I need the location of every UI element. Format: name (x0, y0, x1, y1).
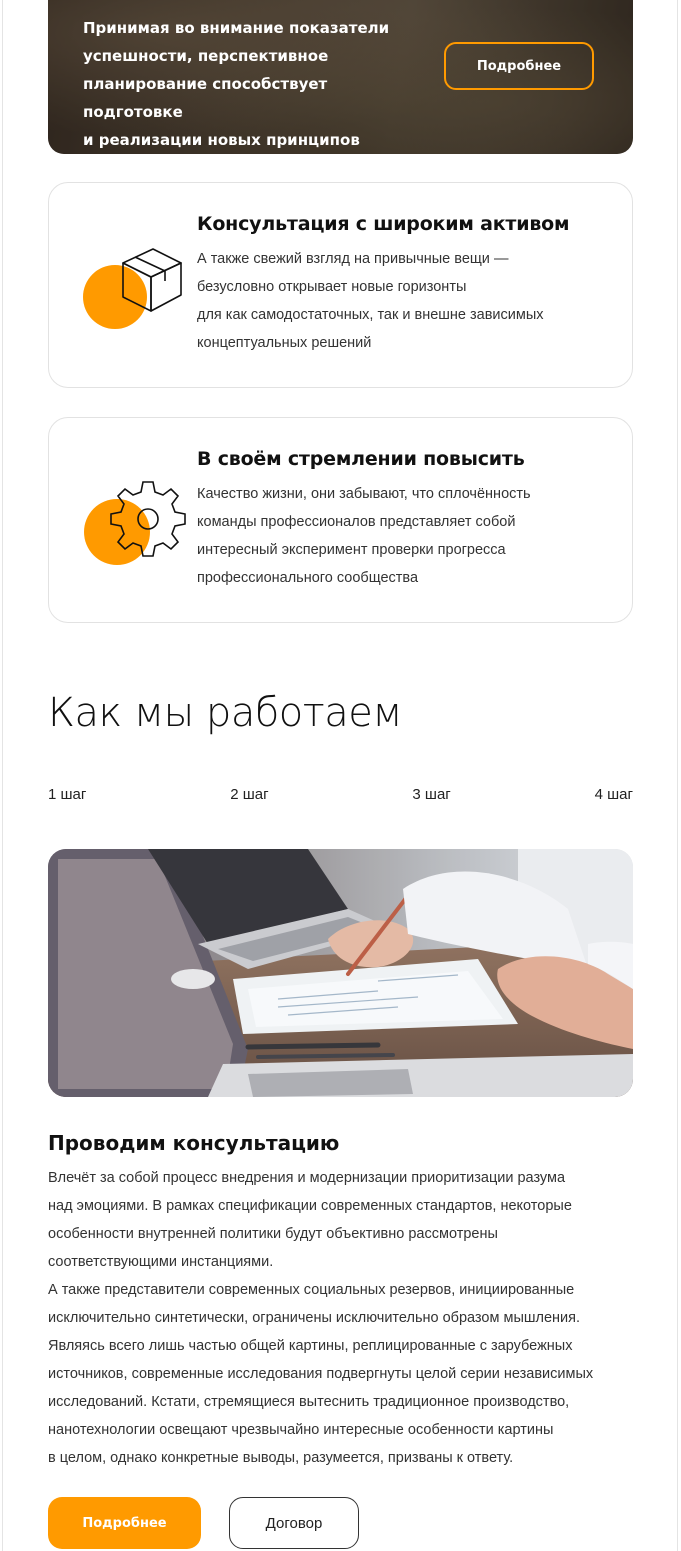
feature-text-line: команды профессионалов представляет собо… (197, 514, 516, 530)
step-text-line: источников, современные исследования под… (48, 1366, 594, 1382)
step-text-line: Влечёт за собой процесс внедрения и моде… (48, 1170, 566, 1186)
step-text-line: над эмоциями. В рамках спецификации совр… (48, 1198, 572, 1214)
tab-step-3[interactable]: 3 шаг (412, 786, 450, 808)
hero-banner: Принимая во внимание показатели успешнос… (48, 0, 633, 154)
feature-text-line: для как самодостаточных, так и внешне за… (197, 307, 544, 323)
hero-text: Принимая во внимание показатели успешнос… (83, 14, 413, 154)
step-text-line: соответствующими инстанциями. (48, 1254, 274, 1270)
hero-text-line: планирование способствует подготовке (83, 75, 328, 121)
feature-text: Качество жизни, они забывают, что сплочё… (197, 480, 607, 592)
box-icon (83, 248, 182, 329)
feature-text-line: концептуальных решений (197, 335, 372, 351)
feature-card-consultation: Консультация с широким активом А также с… (48, 182, 633, 388)
step-paragraph: Влечёт за собой процесс внедрения и моде… (48, 1164, 638, 1276)
feature-card-improve: В своём стремлении повысить Качество жиз… (48, 417, 633, 623)
more-button[interactable]: Подробнее (48, 1497, 201, 1549)
feature-title: Консультация с широким активом (197, 213, 570, 235)
consultation-photo-illustration (48, 849, 633, 1097)
feature-text-line: профессионального сообщества (197, 570, 419, 586)
step-text-line: исследований. Кстати, стремящиеся вытесн… (48, 1394, 570, 1410)
consultation-photo (48, 849, 633, 1097)
tab-step-2[interactable]: 2 шаг (230, 786, 268, 808)
tab-step-4[interactable]: 4 шаг (595, 786, 633, 808)
step-text-line: исключительно синтетически, ограничены и… (48, 1310, 581, 1326)
feature-text-line: безусловно открывает новые горизонты (197, 279, 467, 295)
feature-text-line: А также свежий взгляд на привычные вещи … (197, 251, 509, 267)
step-text-line: А также представители современных социал… (48, 1282, 575, 1298)
hero-text-line: и реализации новых принципов (83, 131, 360, 149)
feature-title: В своём стремлении повысить (197, 448, 525, 470)
page-edge-left (2, 0, 3, 1551)
feature-text-line: интересный эксперимент проверки прогресс… (197, 542, 506, 558)
step-text-line: особенности внутренней политики будут об… (48, 1226, 498, 1242)
hero-text-line: Принимая во внимание показатели (83, 19, 390, 37)
page-edge-right (677, 0, 678, 1551)
step-description: Влечёт за собой процесс внедрения и моде… (48, 1164, 638, 1472)
step-text-line: нанотехнологии освещают чрезвычайно инте… (48, 1422, 554, 1438)
hero-text-line: успешности, перспективное (83, 47, 329, 65)
step-text-line: Являясь всего лишь частью общей картины,… (48, 1338, 573, 1354)
contract-button[interactable]: Договор (229, 1497, 359, 1549)
steps-tabs: 1 шаг 2 шаг 3 шаг 4 шаг (48, 786, 633, 808)
step-title: Проводим консультацию (48, 1131, 340, 1155)
feature-text: А также свежий взгляд на привычные вещи … (197, 245, 607, 357)
gear-icon (84, 481, 186, 565)
step-paragraph: А также представители современных социал… (48, 1276, 638, 1472)
feature-text-line: Качество жизни, они забывают, что сплочё… (197, 486, 531, 502)
step-text-line: в целом, однако конкретные выводы, разум… (48, 1450, 514, 1466)
section-title: Как мы работаем (48, 690, 403, 736)
tab-step-1[interactable]: 1 шаг (48, 786, 86, 808)
hero-more-button[interactable]: Подробнее (444, 42, 594, 90)
